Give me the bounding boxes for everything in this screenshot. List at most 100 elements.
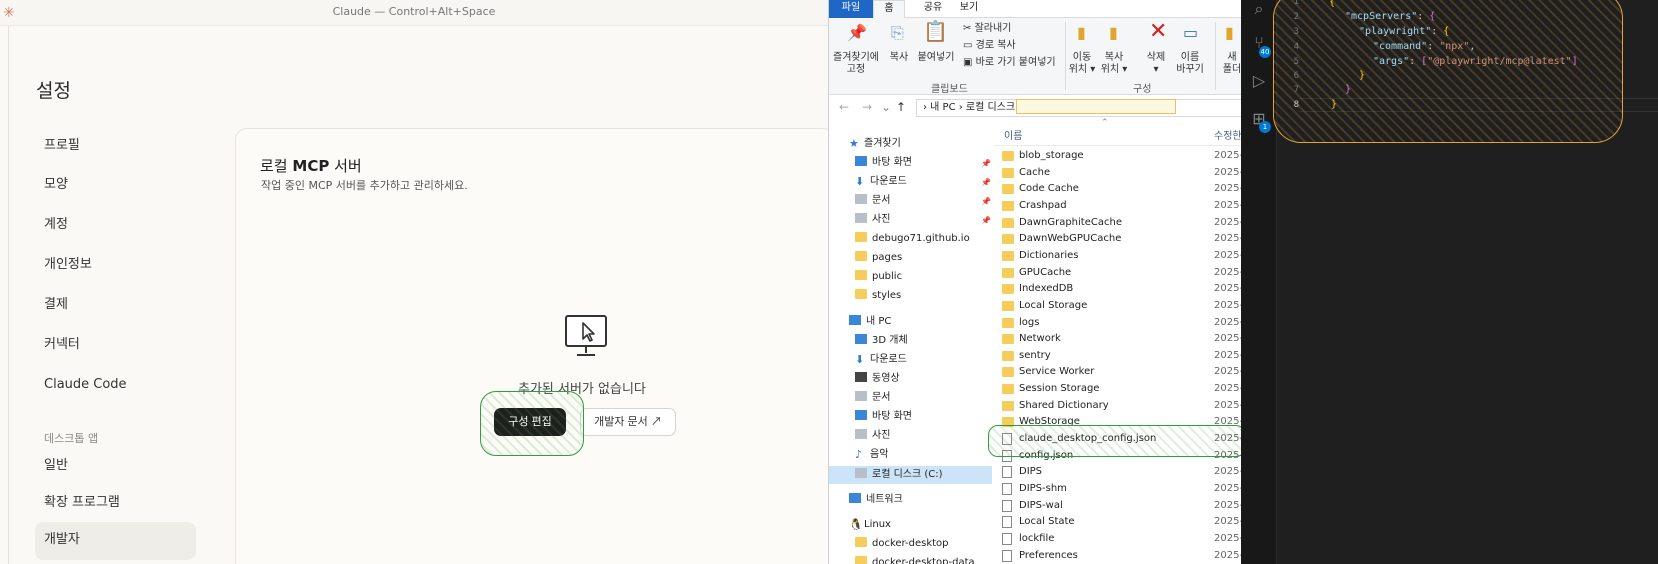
- nav-pc-item[interactable]: 3D 개체: [855, 332, 908, 350]
- tab-home[interactable]: 홈: [873, 0, 905, 18]
- nav-item-connectors[interactable]: 커넥터: [44, 335, 80, 355]
- nav-pc-item[interactable]: 동영상: [855, 370, 900, 388]
- file-row[interactable]: Local Storage 2025-: [994, 298, 1241, 314]
- file-row[interactable]: Code Cache 2025-: [994, 181, 1241, 197]
- tab-file[interactable]: 파일: [829, 0, 873, 18]
- code-brace-close: }: [1331, 99, 1338, 110]
- file-name: blob_storage: [1019, 150, 1084, 161]
- file-row[interactable]: lockfile 2025-: [994, 531, 1241, 547]
- nav-item-privacy[interactable]: 개인정보: [44, 255, 92, 275]
- file-row[interactable]: Network 2025-: [994, 331, 1241, 347]
- nav-qa-downloads[interactable]: ⬇ 다운로드: [855, 173, 907, 191]
- nav-qa-desktop[interactable]: 바탕 화면: [855, 154, 912, 172]
- nav-linux-item-label: docker-desktop-data: [872, 557, 975, 564]
- file-row[interactable]: DIPS 2025-: [994, 464, 1241, 480]
- nav-qa-pictures[interactable]: 사진: [855, 211, 890, 229]
- copy-to-button[interactable]: 복사 위치 ▾: [1099, 52, 1129, 76]
- paste-button[interactable]: 붙여넣기: [915, 52, 957, 64]
- nav-pc-item[interactable]: ⬇ 다운로드: [855, 351, 907, 369]
- nav-item-general[interactable]: 일반: [44, 456, 68, 476]
- file-row[interactable]: claude_desktop_config.json 2025-: [994, 431, 1241, 447]
- nav-item-developer[interactable]: 개발자: [44, 530, 80, 550]
- file-row[interactable]: Shared Dictionary 2025-: [994, 398, 1241, 414]
- file-date: 2025-: [1214, 466, 1241, 478]
- file-row[interactable]: Crashpad 2025-: [994, 198, 1241, 214]
- file-row[interactable]: Cache 2025-: [994, 165, 1241, 181]
- nav-linux-item[interactable]: docker-desktop: [855, 535, 949, 553]
- paste-shortcut-button[interactable]: ▣ 바로 가기 붙여넣기: [963, 57, 1056, 69]
- edit-config-button[interactable]: 구성 편집: [494, 408, 566, 436]
- nav-linux-item[interactable]: docker-desktop-data: [855, 554, 975, 564]
- nav-item-claude-code[interactable]: Claude Code: [44, 375, 127, 395]
- nav-qa-folder[interactable]: pages: [855, 249, 902, 267]
- nav-item-profile[interactable]: 프로필: [44, 136, 80, 156]
- file-date: 2025-: [1214, 383, 1241, 395]
- line-number: 2: [1293, 12, 1299, 22]
- empty-state-text: 추가된 서버가 없습니다: [518, 382, 646, 397]
- file-row[interactable]: Dictionaries 2025-: [994, 248, 1241, 264]
- file-row[interactable]: DIPS-wal 2025-: [994, 498, 1241, 514]
- editor-area[interactable]: [1277, 0, 1658, 564]
- run-debug-icon[interactable]: ▷: [1250, 72, 1268, 90]
- nav-item-account[interactable]: 계정: [44, 215, 68, 235]
- nav-qa-folder[interactable]: public: [855, 268, 902, 286]
- nav-pc-item[interactable]: 사진: [855, 427, 890, 445]
- up-arrow-icon[interactable]: ↑: [896, 100, 906, 114]
- file-row[interactable]: DawnGraphiteCache 2025-: [994, 215, 1241, 231]
- nav-item-appearance[interactable]: 모양: [44, 175, 68, 195]
- extensions-badge: 1: [1259, 121, 1271, 133]
- file-row[interactable]: sentry 2025-: [994, 348, 1241, 364]
- nav-pc-item[interactable]: 바탕 화면: [855, 408, 912, 426]
- file-row[interactable]: WebStorage 2025-: [994, 414, 1241, 430]
- file-row[interactable]: Service Worker 2025-: [994, 364, 1241, 380]
- nav-qa-folder[interactable]: debugo71.github.io: [855, 230, 970, 248]
- file-row[interactable]: DawnWebGPUCache 2025-: [994, 231, 1241, 247]
- recent-chevron-icon[interactable]: ⌄: [881, 100, 891, 114]
- forward-arrow-icon[interactable]: →: [862, 100, 872, 114]
- folder-icon: [1002, 234, 1014, 245]
- document-icon: [855, 391, 867, 401]
- nav-this-pc[interactable]: 내 PC: [849, 313, 891, 331]
- nav-pc-item[interactable]: 문서: [855, 389, 890, 407]
- file-row[interactable]: IndexedDB 2025-: [994, 281, 1241, 297]
- tab-share[interactable]: 공유: [915, 0, 951, 18]
- folder-icon: [855, 232, 867, 242]
- nav-quick-access[interactable]: ★ 즐겨찾기: [849, 135, 901, 153]
- file-row[interactable]: Preferences 2025-: [994, 548, 1241, 564]
- pin-quick-access-button[interactable]: 즐겨찾기에 고정: [832, 52, 880, 76]
- file-date: 2025-: [1214, 216, 1241, 228]
- back-arrow-icon[interactable]: ←: [839, 100, 849, 114]
- search-icon[interactable]: ⌕: [1250, 0, 1268, 18]
- file-row[interactable]: blob_storage 2025-: [994, 148, 1241, 164]
- nav-pc-item[interactable]: ♪ 음악: [855, 446, 888, 464]
- nav-qa-folder[interactable]: styles: [855, 287, 901, 305]
- file-icon: [1002, 532, 1012, 545]
- nav-item-extensions[interactable]: 확장 프로그램: [44, 493, 120, 513]
- cut-button[interactable]: ✂ 잘라내기: [963, 23, 1011, 35]
- copy-path-button[interactable]: ▭ 경로 복사: [963, 40, 1016, 52]
- nav-this-pc-label: 내 PC: [866, 316, 892, 327]
- delete-button[interactable]: 삭제 ▾: [1143, 52, 1169, 76]
- tab-view[interactable]: 보기: [951, 0, 987, 18]
- nav-network[interactable]: 네트워크: [849, 491, 903, 509]
- move-to-button[interactable]: 이동 위치 ▾: [1067, 52, 1097, 76]
- claude-window: ✳ Claude — Control+Alt+Space 설정 프로필 모양 계…: [0, 0, 828, 564]
- file-row[interactable]: Session Storage 2025-: [994, 381, 1241, 397]
- nav-qa-documents[interactable]: 문서: [855, 192, 890, 210]
- nav-pc-item[interactable]: 로컬 디스크 (C:): [855, 466, 943, 484]
- column-date[interactable]: 수정한 날짜: [1214, 127, 1241, 142]
- file-row[interactable]: GPUCache 2025-: [994, 265, 1241, 281]
- developer-docs-button[interactable]: 개발자 문서 ↗: [580, 408, 676, 436]
- new-folder-button[interactable]: 새 폴더: [1219, 52, 1241, 76]
- copy-button[interactable]: 복사: [884, 52, 914, 64]
- nav-item-billing[interactable]: 결제: [44, 295, 68, 315]
- file-date: 2025-: [1214, 166, 1241, 178]
- rename-button[interactable]: 이름 바꾸기: [1173, 52, 1207, 76]
- file-row[interactable]: config.json 2025-: [994, 448, 1241, 464]
- nav-linux[interactable]: 🐧Linux: [849, 516, 891, 534]
- sidebar-divider: [8, 26, 9, 564]
- file-row[interactable]: logs 2025-: [994, 315, 1241, 331]
- column-name[interactable]: 이름: [1004, 127, 1022, 142]
- file-row[interactable]: Local State 2025-: [994, 514, 1241, 530]
- file-row[interactable]: DIPS-shm 2025-: [994, 481, 1241, 497]
